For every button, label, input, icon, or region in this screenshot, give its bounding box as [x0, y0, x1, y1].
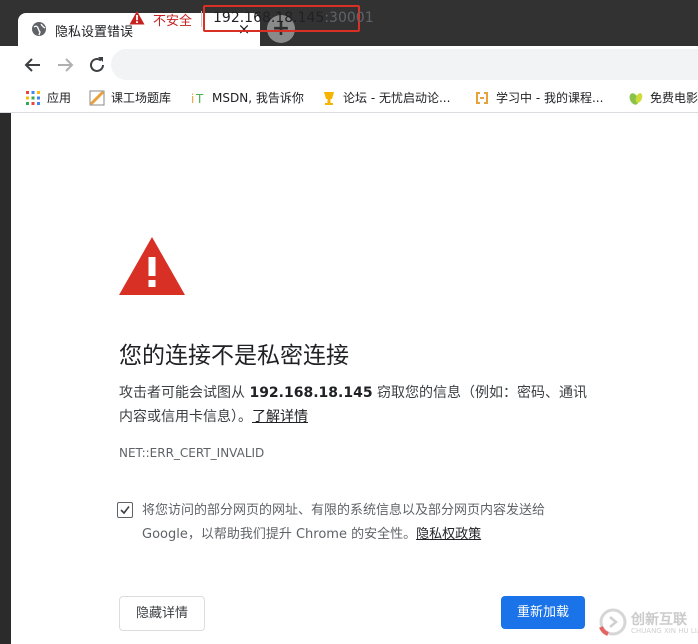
bookmark-movies[interactable]: 免费电影 — [628, 89, 698, 107]
course-favicon — [476, 92, 488, 104]
page-title: 您的连接不是私密连接 — [119, 343, 349, 369]
svg-text:i: i — [191, 92, 194, 106]
bookmark-label: 应用 — [47, 91, 72, 105]
arrow-right-icon — [58, 58, 74, 72]
bookmark-label: 学习中 - 我的课程... — [496, 91, 604, 105]
bookmark-favicon — [89, 90, 105, 106]
reload-page-button[interactable]: 重新加载 — [501, 596, 585, 629]
globe-icon — [32, 22, 46, 36]
not-secure-label[interactable]: 不安全 — [153, 10, 192, 29]
leaf-favicon — [629, 93, 643, 105]
bookmark-label: 免费电影 — [650, 91, 698, 105]
bookmarks-bar: 应用 课工场题库 i T MSDN, 我告诉你 论坛 - 无忧启动论... 学习… — [0, 84, 698, 113]
hide-details-button[interactable]: 隐藏详情 — [119, 596, 205, 631]
browser-toolbar — [0, 46, 698, 84]
svg-text:T: T — [195, 92, 204, 106]
bookmark-kgc[interactable]: 课工场题库 — [89, 89, 171, 107]
bookmark-msdn[interactable]: i T MSDN, 我告诉你 — [190, 89, 304, 107]
url-host: 192.168.18.145 — [213, 10, 325, 26]
report-checkbox[interactable] — [117, 502, 133, 518]
not-secure-icon[interactable] — [129, 10, 145, 26]
url-port: :30001 — [324, 10, 374, 26]
tab-title: 隐私设置错误 — [55, 25, 134, 40]
bookmark-label: 课工场题库 — [111, 91, 172, 105]
privacy-policy-link[interactable]: 隐私权政策 — [416, 527, 481, 542]
description-text: 攻击者可能会试图从 — [119, 385, 250, 401]
forum-favicon — [324, 92, 334, 105]
warning-triangle-icon — [119, 237, 185, 295]
error-code: NET::ERR_CERT_INVALID — [119, 446, 265, 460]
reload-button[interactable] — [85, 53, 109, 77]
bookmark-apps[interactable]: 应用 — [25, 89, 71, 107]
reload-icon — [90, 57, 104, 72]
checkmark-icon — [120, 506, 130, 515]
bookmark-label: MSDN, 我告诉你 — [212, 91, 304, 105]
bookmark-forum[interactable]: 论坛 - 无忧启动论... — [321, 89, 450, 107]
watermark-subtext: CHUANG XIN HU LIAN — [631, 627, 698, 635]
watermark-logo: 创新互联 CHUANG XIN HU LIAN — [598, 603, 698, 639]
url-text: 192.168.18.145:30001 — [213, 10, 374, 26]
apps-grid-icon — [26, 91, 40, 105]
bookmark-label: 论坛 - 无忧启动论... — [343, 91, 451, 105]
forward-button[interactable] — [53, 53, 77, 77]
watermark-text: 创新互联 — [631, 612, 687, 628]
report-checkbox-label: 将您访问的部分网页的网址、有限的系统信息以及部分网页内容发送给 Google，以… — [142, 499, 572, 547]
checkbox-text: 将您访问的部分网页的网址、有限的系统信息以及部分网页内容发送给 Google，以… — [142, 503, 546, 542]
arrow-left-icon — [24, 58, 40, 72]
back-button[interactable] — [21, 53, 45, 77]
address-bar[interactable] — [111, 49, 698, 80]
watermark-logo-icon — [599, 608, 627, 636]
target-host: 192.168.18.145 — [249, 385, 373, 401]
bookmark-course[interactable]: 学习中 - 我的课程... — [474, 89, 603, 107]
msdn-favicon: i T — [191, 92, 204, 106]
warning-description: 攻击者可能会试图从 192.168.18.145 窃取您的信息（例如：密码、通讯… — [119, 381, 589, 429]
page-content — [11, 113, 698, 644]
url-field[interactable]: 192.168.18.145:30001 — [203, 5, 374, 32]
learn-more-link[interactable]: 了解详情 — [252, 409, 308, 425]
url-separator — [201, 11, 202, 27]
